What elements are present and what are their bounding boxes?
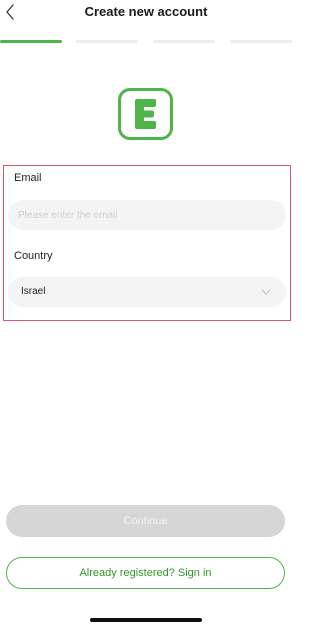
step-progress [0,40,292,43]
step-indicator-2 [76,40,138,43]
account-form: Email Country Israel [3,165,291,321]
country-select[interactable]: Israel [8,277,286,307]
country-value: Israel [21,286,46,297]
home-indicator [90,618,202,622]
country-label: Country [14,250,53,262]
chevron-down-icon [261,289,271,295]
app-logo-e-icon [135,99,156,129]
step-indicator-1 [0,40,62,43]
top-bar: Create new account [0,0,292,28]
page-title: Create new account [84,4,208,19]
step-indicator-3 [153,40,215,43]
step-indicator-4 [230,40,292,43]
continue-button[interactable]: Continue [6,505,285,537]
email-field[interactable] [8,200,286,230]
app-logo [118,88,173,140]
sign-in-button[interactable]: Already registered? Sign in [6,557,285,589]
email-label: Email [14,172,42,184]
